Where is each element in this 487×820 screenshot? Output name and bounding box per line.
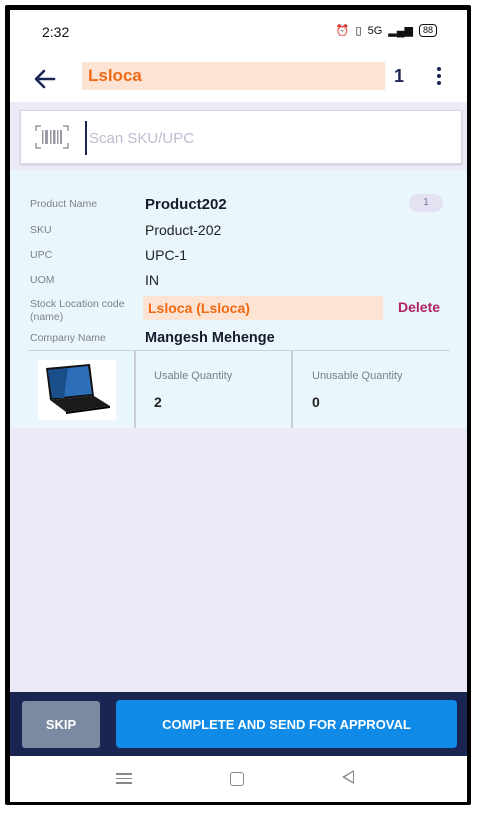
more-menu-icon[interactable] xyxy=(434,64,444,92)
status-icons: ⏰ ▯ 5G ▂▄▆ 88 xyxy=(336,24,437,37)
product-badge: 1 xyxy=(409,194,443,212)
app-screen: 2:32 ⏰ ▯ 5G ▂▄▆ 88 Lsloca 1 Scan SKU/UPC… xyxy=(10,10,467,802)
scan-section xyxy=(10,102,467,170)
complete-approval-button[interactable]: COMPLETE AND SEND FOR APPROVAL xyxy=(116,700,457,748)
alarm-icon: ⏰ xyxy=(335,25,350,37)
system-nav-bar xyxy=(10,756,467,802)
signal-icon: ▂▄▆ xyxy=(388,25,413,37)
company-label: Company Name xyxy=(30,332,106,344)
quantity-divider-2 xyxy=(291,350,293,428)
page-title: Lsloca xyxy=(82,62,385,90)
usable-quantity-value[interactable]: 2 xyxy=(154,394,162,410)
product-card: Product Name Product202 1 SKU Product-20… xyxy=(10,170,467,428)
quantity-divider-1 xyxy=(134,350,136,428)
network-5g-icon: 5G xyxy=(367,24,383,37)
unusable-quantity-value[interactable]: 0 xyxy=(312,394,320,410)
scan-input[interactable] xyxy=(85,121,451,155)
product-name-label: Product Name xyxy=(30,198,98,210)
recent-apps-icon[interactable] xyxy=(116,770,132,784)
content-background xyxy=(10,428,467,692)
scan-box xyxy=(20,110,462,164)
item-count: 1 xyxy=(394,66,405,86)
system-back-icon[interactable] xyxy=(342,770,354,784)
product-name-value: Product202 xyxy=(145,196,227,213)
upc-label: UPC xyxy=(30,249,53,261)
uom-value: IN xyxy=(145,272,159,288)
skip-button[interactable]: SKIP xyxy=(22,701,100,748)
sku-value: Product-202 xyxy=(145,222,222,238)
sku-label: SKU xyxy=(30,224,52,236)
unusable-quantity-label: Unusable Quantity xyxy=(312,370,403,382)
stock-location-label: Stock Location code (name) xyxy=(30,298,125,323)
vibrate-icon: ▯ xyxy=(355,25,362,37)
upc-value: UPC-1 xyxy=(145,247,188,263)
back-arrow-icon[interactable] xyxy=(32,66,62,96)
status-bar: 2:32 ⏰ ▯ 5G ▂▄▆ 88 xyxy=(10,10,467,54)
delete-button[interactable]: Delete xyxy=(398,299,440,315)
uom-label: UOM xyxy=(30,274,55,286)
product-image xyxy=(38,360,116,420)
home-icon[interactable] xyxy=(230,772,244,786)
card-divider xyxy=(28,350,450,351)
status-time: 2:32 xyxy=(42,24,70,40)
stock-location-value[interactable]: Lsloca (Lsloca) xyxy=(143,296,383,320)
barcode-icon[interactable] xyxy=(35,125,69,149)
company-value: Mangesh Mehenge xyxy=(145,330,275,346)
action-bar: SKIP COMPLETE AND SEND FOR APPROVAL xyxy=(10,692,467,756)
usable-quantity-label: Usable Quantity xyxy=(154,370,233,382)
battery-icon: 88 xyxy=(418,24,437,37)
